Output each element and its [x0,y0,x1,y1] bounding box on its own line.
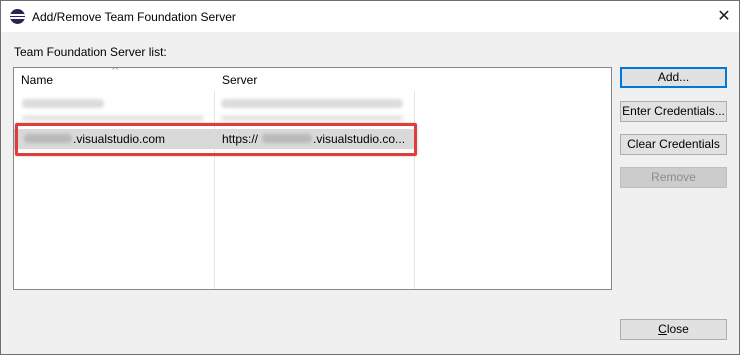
close-button-label: lose [666,322,689,336]
close-icon[interactable]: ✕ [711,5,737,27]
enter-credentials-button[interactable]: Enter Credentials... [620,101,727,122]
redacted-name [22,115,204,121]
clear-credentials-button[interactable]: Clear Credentials [620,134,727,155]
remove-button[interactable]: Remove [620,167,727,188]
redacted-server [221,99,403,108]
window-title: Add/Remove Team Foundation Server [32,10,236,24]
server-list-label: Team Foundation Server list: [14,45,167,59]
server-list[interactable]: Name ^ Server .visualstudio.com https://… [13,67,612,290]
dialog-window: Add/Remove Team Foundation Server ✕ Team… [0,0,740,355]
redacted-name [22,99,104,108]
title-bar: Add/Remove Team Foundation Server ✕ [1,1,739,32]
column-header-server[interactable]: Server [222,73,257,87]
close-button-mnemonic: C [658,322,667,336]
close-button[interactable]: Close [620,319,727,340]
add-button[interactable]: Add... [620,67,727,88]
column-header-name[interactable]: Name [21,73,53,87]
list-item[interactable] [14,93,415,113]
annotation-highlight-box [15,123,417,156]
redacted-server [221,115,403,121]
list-header: Name ^ Server [14,67,611,91]
sort-ascending-icon: ^ [111,67,120,77]
eclipse-icon [10,9,25,24]
